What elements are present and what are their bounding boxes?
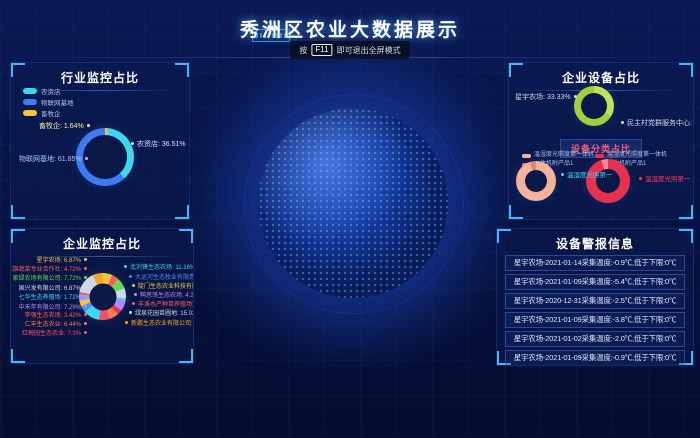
slice-label: 温湿度光照第一 [561,169,613,179]
slice-label: 陡门生态农业科技有限公 [132,281,194,290]
panel-title: 企业监控占比 [11,235,193,252]
legend-swatch [23,88,37,94]
slice-label: 星宇农场: 6.87% [37,255,87,264]
class-donut-right[interactable] [586,159,630,203]
legend-item[interactable]: 农资店 [23,85,74,96]
slice-label: 仁丰生态农业: 6.44% [25,319,87,328]
slice-label: 民主村党群服务中心: [621,118,692,128]
globe-highlight [258,108,448,298]
slice-label: 星宇农场: 33.33% [515,92,577,102]
panel-industry-ratio: 行业监控占比 农资店 物联网基地 畜牧企 畜牧企: 1.64% 农资店: 36.… [10,62,190,220]
slice-label: 物联网基地: 61.85% [19,154,88,164]
slice-label: 国兴发有限公司: 6.87% [19,283,87,292]
legend-label: 温湿度光照度第一体机 [534,151,594,160]
panel-enterprise-ratio: 企业监控占比 星宇农场: 6.87% 红旗蔬菜专业合作社: 4.72% 家绿农场… [10,228,194,364]
slice-label: 大运河生态牧业有限责任公 [129,272,194,281]
slice-label: 绿泉花园苗圃地: 15.02% [129,308,194,317]
alert-row: 星宇农场-2021-01-09采集温度:-3.8℃,低于下限:0℃ [505,312,685,328]
class-donut-left[interactable] [516,161,556,201]
panel-title: 设备警报信息 [497,235,693,252]
panel-title: 企业设备占比 [509,69,693,86]
dashboard-root: 秀洲区农业大数据展示 按 F11 即可退出全屏模式 行业监控占比 农资店 物联网… [0,0,700,438]
fullscreen-hint: 按 F11 即可退出全屏模式 [290,41,409,59]
legend-swatch [23,110,37,116]
legend-item[interactable]: 畜牧企 [23,107,74,118]
slice-label: 温湿度光照第一 [639,173,691,183]
industry-legend: 农资店 物联网基地 畜牧企 [23,85,74,118]
slice-label: 鸭思荡生态农场: 4.29% [134,290,194,299]
slice-label: 畜牧企: 1.64% [39,121,90,131]
alert-row: 星宇农场-2021-01-09采集温度:-0.9℃,低于下限:0℃ [505,350,685,366]
slice-label: 红旗蔬菜专业合作社: 4.72% [10,264,87,273]
legend-label: 畜牧企 [41,108,61,118]
alert-row: 星宇农场-2021-01-02采集温度:-2.0℃,低于下限:0℃ [505,331,685,347]
slice-label: 北刘锋生态农场: 11.16% [124,262,194,271]
legend-swatch [522,154,531,158]
slice-label: 七华生态养殖场: 1.72% [19,292,87,301]
alert-row: 星宇农场-2020-12-31采集温度:-2.5℃,低于下限:0℃ [505,293,685,309]
slice-label: 李强生态农场: 3.42% [25,310,87,319]
legend-label: 物联网基地 [41,97,74,107]
legend-item[interactable]: 温湿度光照度第一体机 [522,151,594,160]
panel-device-alerts: 设备警报信息 星宇农场-2021-01-14采集温度:-0.9℃,低于下限:0℃… [496,228,694,366]
globe [258,108,448,298]
f11-keycap: F11 [311,44,332,56]
legend-label: 农资店 [41,86,61,96]
slice-label: 红梅园生态农业: 7.3% [22,328,87,337]
page-title: 秀洲区农业大数据展示 [0,15,700,42]
hint-suffix: 即可退出全屏模式 [337,45,401,56]
slice-label: 丰溪水产种苗养殖场: 1. [132,299,194,308]
alert-row: 星宇农场-2021-01-14采集温度:-0.9℃,低于下限:0℃ [505,255,685,271]
hint-prefix: 按 [299,45,307,56]
slice-label: 农资店: 36.51% [131,139,186,149]
legend-swatch [23,99,37,105]
slice-label: 新鹏生态农业有限公司: 6.87% [125,318,194,327]
legend-label: 温湿度光照度第一体机 [607,151,667,160]
panel-device-ratio: 企业设备占比 星宇农场: 33.33% 民主村党群服务中心: 设备分类占比 温湿… [508,62,694,220]
legend-swatch [595,154,604,158]
device-donut-chart[interactable] [574,86,614,126]
legend-item[interactable]: 物联网基地 [23,96,74,107]
slice-label: 家绿农场有限公司: 7.72% [13,273,87,282]
panel-title: 行业监控占比 [11,69,189,86]
alert-row: 星宇农场-2021-01-09采集温度:-5.4℃,低于下限:0℃ [505,274,685,290]
